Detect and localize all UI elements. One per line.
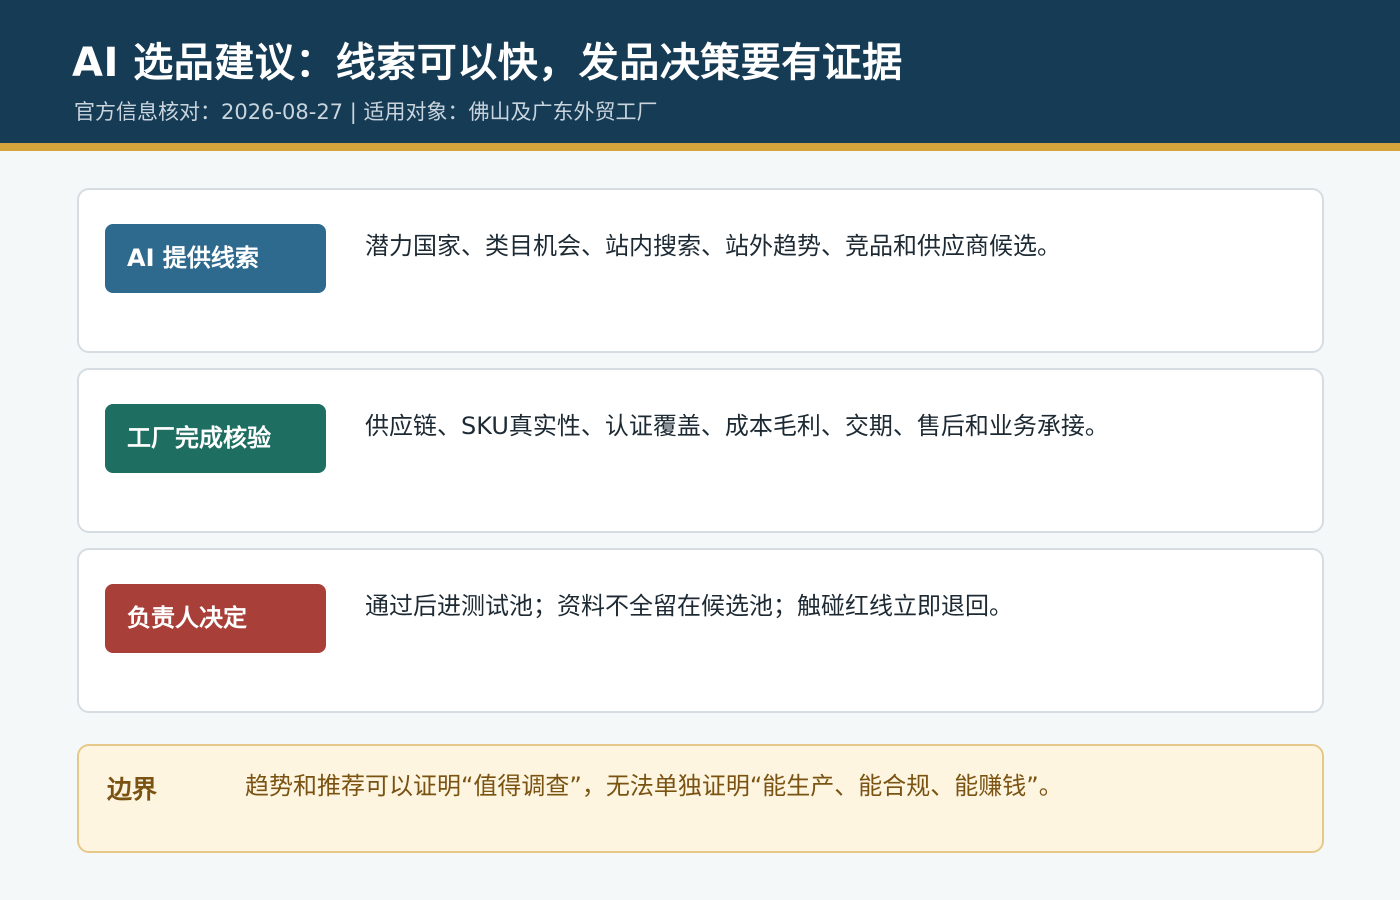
card-description: 潜力国家、类目机会、站内搜索、站外趋势、竞品和供应商候选。	[365, 232, 1061, 260]
page-title: AI 选品建议：线索可以快，发品决策要有证据	[72, 40, 903, 86]
card-description: 通过后进测试池；资料不全留在候选池；触碰红线立即退回。	[365, 592, 1013, 620]
badge-ai-leads: AI 提供线索	[105, 224, 326, 293]
boundary-text: 趋势和推荐可以证明“值得调查”，无法单独证明“能生产、能合规、能赚钱”。	[245, 772, 1063, 800]
badge-owner-decision: 负责人决定	[105, 584, 326, 653]
card-factory-verification: 工厂完成核验 供应链、SKU真实性、认证覆盖、成本毛利、交期、售后和业务承接。	[77, 368, 1324, 533]
boundary-note: 边界 趋势和推荐可以证明“值得调查”，无法单独证明“能生产、能合规、能赚钱”。	[77, 744, 1324, 853]
boundary-label: 边界	[107, 775, 158, 804]
page-subtitle: 官方信息核对：2026-08-27 | 适用对象：佛山及广东外贸工厂	[74, 100, 658, 124]
card-ai-leads: AI 提供线索 潜力国家、类目机会、站内搜索、站外趋势、竞品和供应商候选。	[77, 188, 1324, 353]
page-header: AI 选品建议：线索可以快，发品决策要有证据 官方信息核对：2026-08-27…	[0, 0, 1400, 143]
card-description: 供应链、SKU真实性、认证覆盖、成本毛利、交期、售后和业务承接。	[365, 412, 1109, 440]
header-accent-bar	[0, 143, 1400, 151]
card-owner-decision: 负责人决定 通过后进测试池；资料不全留在候选池；触碰红线立即退回。	[77, 548, 1324, 713]
badge-factory-verification: 工厂完成核验	[105, 404, 326, 473]
